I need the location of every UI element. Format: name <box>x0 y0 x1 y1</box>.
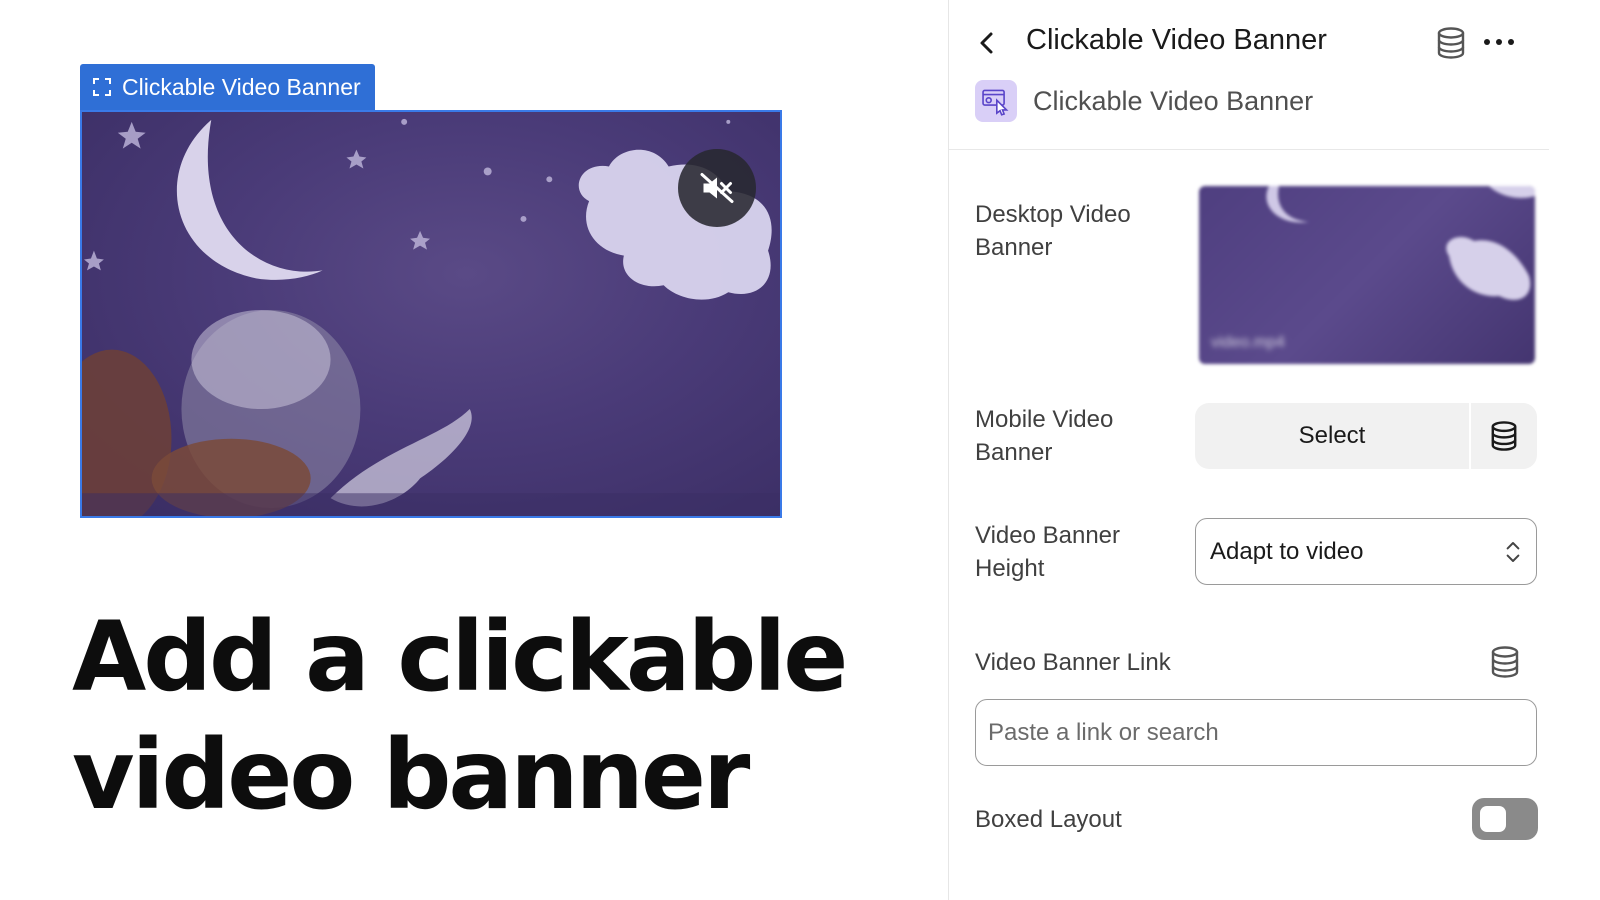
desktop-video-label: Desktop Video Banner <box>975 198 1175 264</box>
database-icon <box>1491 421 1517 451</box>
video-height-label-line-1: Video Banner <box>975 522 1121 549</box>
mobile-video-select-button[interactable]: Select <box>1195 403 1471 469</box>
video-link-input[interactable] <box>975 699 1537 766</box>
app-icon <box>975 80 1017 122</box>
video-cursor-icon <box>982 89 1009 116</box>
video-link-label: Video Banner Link <box>975 649 1171 676</box>
video-scene-image <box>82 118 780 516</box>
thumbnail-caption: video.mp4 <box>1211 334 1285 351</box>
toggle-knob <box>1480 806 1506 832</box>
settings-panel: Clickable Video Banner Clickable Video B… <box>948 0 1600 900</box>
desktop-video-label-line-2: Banner <box>975 234 1053 261</box>
more-dot-icon <box>1508 39 1514 45</box>
database-icon <box>1437 27 1465 59</box>
desktop-video-thumbnail[interactable]: video.mp4 <box>1199 186 1535 364</box>
desktop-video-label-line-1: Desktop Video <box>975 201 1131 228</box>
headline-line-2: video banner <box>72 719 750 831</box>
app-name: Clickable Video Banner <box>1033 86 1314 116</box>
more-dot-icon <box>1484 39 1490 45</box>
chevron-left-icon <box>980 32 993 54</box>
boxed-layout-toggle[interactable] <box>1472 798 1538 840</box>
mute-toggle-button[interactable] <box>678 149 756 227</box>
boxed-layout-label: Boxed Layout <box>975 806 1122 833</box>
headline-line-1: Add a clickable <box>72 601 848 713</box>
frame-corners-icon <box>92 77 112 97</box>
video-height-label-line-2: Height <box>975 555 1045 582</box>
preview-section-tag[interactable]: Clickable Video Banner <box>80 64 375 110</box>
more-options-button[interactable] <box>1484 32 1520 52</box>
panel-title: Clickable Video Banner <box>1026 24 1327 56</box>
more-dot-icon <box>1496 39 1502 45</box>
video-height-label: Video Banner Height <box>975 519 1175 585</box>
back-button[interactable] <box>975 30 1001 56</box>
speaker-muted-icon <box>700 173 734 203</box>
mobile-video-label: Mobile Video Banner <box>975 403 1175 469</box>
video-height-select[interactable]: Adapt to video <box>1195 518 1537 585</box>
chevron-up-down-icon <box>1506 541 1520 562</box>
video-link-dynamic-source-button[interactable] <box>1490 646 1520 678</box>
dynamic-source-button[interactable] <box>1436 27 1466 59</box>
preview-tag-label: Clickable Video Banner <box>122 73 361 100</box>
video-banner-preview[interactable] <box>80 110 782 518</box>
mobile-video-picker: Select <box>1195 403 1537 469</box>
mobile-video-dynamic-source-button[interactable] <box>1471 403 1537 469</box>
mobile-video-label-line-2: Banner <box>975 439 1053 466</box>
page-headline: Add a clickable video banner <box>72 598 892 834</box>
mobile-video-label-line-1: Mobile Video <box>975 406 1114 433</box>
database-icon <box>1491 646 1519 678</box>
panel-header: Clickable Video Banner Clickable Video B… <box>949 0 1549 150</box>
video-height-value: Adapt to video <box>1210 537 1364 565</box>
